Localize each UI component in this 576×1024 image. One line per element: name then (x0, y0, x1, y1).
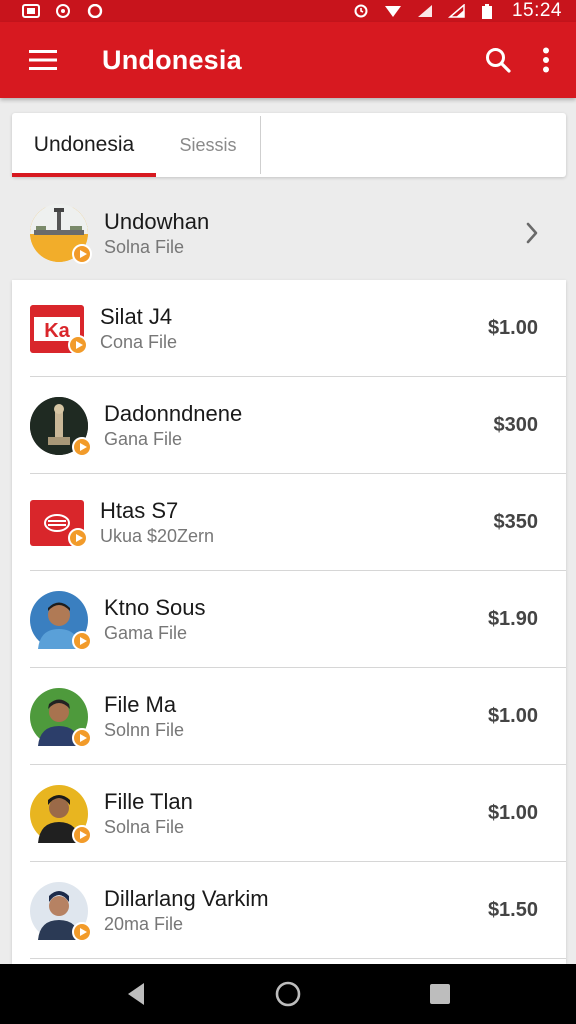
play-badge-icon (72, 244, 92, 264)
item-title: Dadonndnene (104, 401, 243, 426)
battery-icon (480, 4, 498, 19)
list-item[interactable]: Ka Silat J4 Cona File $1.00 (12, 280, 566, 377)
item-title: Htas S7 (100, 498, 179, 523)
item-avatar (30, 687, 92, 748)
item-price: $300 (493, 414, 539, 436)
item-avatar (30, 499, 88, 548)
list-item[interactable]: Dadonndnene Gana File $300 (12, 377, 566, 474)
signal-icon-2 (447, 3, 466, 18)
status-time: 15:24 (511, 0, 562, 21)
list-item[interactable]: Htas S7 Ukua $20Zern $350 (12, 474, 566, 571)
notification-icon (22, 4, 40, 18)
featured-text: Undowhan Solna File (104, 208, 512, 259)
back-triangle-icon (128, 983, 144, 1005)
chevron-right-icon[interactable] (512, 213, 552, 253)
navigation-bar (0, 964, 576, 1024)
play-badge-icon (68, 334, 88, 355)
item-price: $1.00 (487, 705, 538, 727)
more-vert-icon (543, 47, 549, 73)
item-text: Dillarlang Varkim 20ma File (104, 885, 488, 936)
play-badge-icon (72, 824, 92, 845)
item-title: Dillarlang Varkim (104, 886, 269, 911)
svg-text:Ka: Ka (44, 320, 70, 342)
item-avatar (30, 590, 92, 651)
alarm-icon (352, 4, 370, 18)
item-text: File Ma Solnn File (104, 691, 488, 742)
home-circle-icon (275, 981, 301, 1007)
status-right: 15:24 (352, 0, 562, 22)
item-text: Fille Tlan Solna File (104, 788, 488, 839)
app-title: Undonesia (102, 44, 242, 75)
item-subtitle: 20ma File (104, 914, 184, 934)
item-title: Silat J4 (100, 304, 173, 329)
item-subtitle: Solna File (104, 817, 185, 837)
play-badge-icon (72, 630, 92, 651)
item-avatar (30, 881, 92, 942)
hamburger-icon (29, 50, 57, 70)
item-title: Fille Tlan (104, 789, 193, 814)
play-badge-icon (72, 436, 92, 457)
item-subtitle: Solnn File (104, 720, 185, 740)
play-badge-icon (72, 921, 92, 942)
search-button[interactable] (474, 32, 522, 88)
featured-title: Undowhan (104, 208, 210, 234)
item-price: $1.50 (487, 899, 538, 921)
recents-button[interactable] (415, 969, 465, 1019)
play-badge-icon (72, 727, 92, 748)
signal-icon (416, 4, 434, 18)
featured-subtitle: Solna File (104, 236, 185, 257)
list-item[interactable]: Dillarlang Varkim 20ma File $1.50 (12, 862, 566, 959)
item-text: Htas S7 Ukua $20Zern (100, 497, 494, 548)
status-left (22, 3, 104, 19)
item-avatar (30, 784, 92, 845)
item-title: File Ma (104, 692, 177, 717)
app-bar: Undonesia (0, 22, 576, 98)
item-text: Silat J4 Cona File (100, 303, 488, 354)
item-avatar: Ka (30, 304, 88, 355)
item-text: Ktno Sous Gama File (104, 594, 488, 645)
list-item[interactable]: File Ma Solnn File $1.00 (12, 668, 566, 765)
tab-bar: Undonesia Siessis (12, 113, 566, 177)
list-item[interactable]: Ktno Sous Gama File $1.90 (12, 571, 566, 668)
recents-square-icon (430, 984, 450, 1004)
item-text: Dadonndnene Gana File (104, 400, 494, 451)
item-title: Ktno Sous (104, 595, 206, 620)
item-subtitle: Ukua $20Zern (100, 526, 215, 546)
item-price: $350 (493, 511, 539, 533)
item-subtitle: Cona File (100, 332, 178, 352)
list-item[interactable]: Fille Tlan Solna File $1.00 (12, 765, 566, 862)
item-avatar (30, 396, 92, 457)
tab-divider (260, 116, 261, 174)
more-options-button[interactable] (522, 32, 570, 88)
featured-avatar (30, 204, 92, 264)
app-notification-icon (54, 4, 72, 18)
item-price: $1.00 (487, 802, 538, 824)
menu-button[interactable] (14, 30, 72, 90)
item-list: Ka Silat J4 Cona File $1.00 Dadonndnene … (12, 280, 566, 964)
home-button[interactable] (263, 969, 313, 1019)
tab-siessis[interactable]: Siessis (156, 113, 260, 177)
back-button[interactable] (111, 969, 161, 1019)
item-price: $1.90 (487, 608, 538, 630)
play-badge-icon (68, 527, 88, 548)
item-price: $1.00 (487, 317, 538, 339)
sync-icon (86, 3, 104, 19)
item-subtitle: Gama File (104, 623, 188, 643)
tab-undonesia[interactable]: Undonesia (12, 113, 156, 177)
search-icon (486, 48, 511, 73)
featured-item[interactable]: Undowhan Solna File (12, 190, 566, 276)
wifi-icon (384, 4, 402, 18)
status-bar: 15:24 (0, 0, 576, 22)
item-subtitle: Gana File (104, 429, 183, 449)
